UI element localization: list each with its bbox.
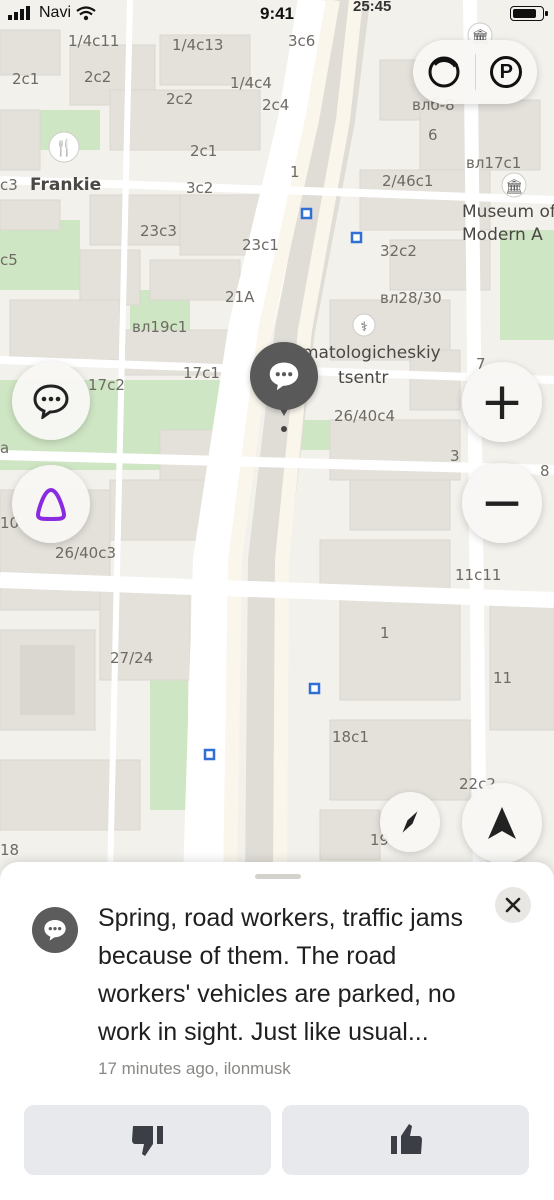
poi-dental-icon: ⚕ [352,313,376,337]
my-location-button[interactable] [462,783,542,863]
chat-bubble-icon [269,362,299,391]
zoom-in-button[interactable]: + [462,362,542,442]
dislike-button[interactable] [24,1105,271,1175]
event-bottom-sheet: Spring, road workers, traffic jams becau… [0,862,554,1200]
map-label: а [0,439,9,457]
map-label: 23с3 [140,222,177,240]
map-label: 1 [290,163,300,181]
map-label: вл19с1 [132,318,187,336]
close-button[interactable] [495,887,531,923]
map-label: 2с1 [190,142,217,160]
map-label: с5 [0,251,18,269]
plus-icon: + [480,372,524,432]
event-message: Spring, road workers, traffic jams becau… [98,904,463,1046]
theme-circle-icon [428,56,460,88]
map-label: 1/4с13 [172,36,223,54]
map-label: Frankie [30,175,101,195]
map-label: 6 [428,126,438,144]
map-label: 26/40с3 [55,544,116,562]
map-label: tsentr [338,368,388,388]
chat-bubble-icon [33,384,69,419]
map-label: 2/46с1 [382,172,433,190]
navigation-arrow-icon [488,807,516,839]
chat-bubble-icon [44,920,66,941]
poi-museum-icon: 🏛 [501,172,527,198]
map-label: 27/24 [110,649,153,667]
event-meta: 17 minutes ago, ilonmusk [98,1059,291,1078]
battery-icon [510,6,548,21]
zoom-out-button[interactable]: − [462,463,542,543]
map-label: 3с2 [186,179,213,197]
map-label: 21А [225,288,255,306]
svg-text:🏛: 🏛 [505,178,523,195]
status-bar: Navi 9:41 25:45 [0,0,554,30]
map-label: 1 [380,624,390,642]
map-label: 23с1 [242,236,279,254]
map-label: 18с1 [332,728,369,746]
map-label: 8 [540,462,550,480]
map-label: 2с1 [12,70,39,88]
map-time-overlay: 25:45 [353,0,392,15]
map-label: 17с2 [88,376,125,394]
minus-icon: − [480,473,524,533]
road-events-button[interactable] [12,362,90,440]
map-label: Modern A [462,225,543,245]
thumbs-down-icon [131,1126,163,1156]
map-label: 2с2 [166,90,193,108]
map-label: 2с4 [262,96,289,114]
compass-icon [402,811,418,833]
map-label: 18 [0,841,19,859]
sheet-grabber[interactable] [255,874,301,879]
alice-voice-button[interactable] [12,465,90,543]
map-label: 32с2 [380,242,417,260]
compass-button[interactable] [380,792,440,852]
map-label: 3 [450,447,460,465]
map-label: Museum of [462,202,554,222]
svg-text:🍴: 🍴 [54,138,74,157]
close-icon [505,897,521,913]
like-button[interactable] [282,1105,529,1175]
map-theme-button[interactable] [413,40,475,104]
event-type-icon [32,907,78,953]
parking-icon: P [490,56,523,88]
map-label: 3с6 [288,32,315,50]
alice-icon [35,487,67,521]
event-location-dot [281,426,287,432]
svg-text:⚕: ⚕ [360,320,367,335]
map-label: вл17с1 [466,154,521,172]
event-pin[interactable] [250,342,318,410]
map-label: matologicheskiy [302,343,441,363]
map-canvas[interactable]: 🍴 🏛 🏛 ⚕ 1/4с11 1/4с13 3с62с1 2с2 1/4с42с2 2с4… [0,0,554,880]
map-label: 2с2 [84,68,111,86]
status-time: 9:41 [259,4,295,23]
poi-frankie-restaurant-icon: 🍴 [48,131,80,163]
battery-fill [513,9,537,18]
thumbs-up-icon [390,1124,422,1154]
map-layers-pill: P [413,40,537,104]
map-label: 11с11 [455,566,501,584]
map-label: вл28/30 [380,289,442,307]
map-label: 26/40с4 [334,407,395,425]
map-label: 1/4с4 [230,74,272,92]
map-label: с3 [0,176,18,194]
parking-button[interactable]: P [476,40,538,104]
map-label: 17с1 [183,364,220,382]
map-label: 1/4с11 [68,32,119,50]
map-label: 11 [493,669,512,687]
